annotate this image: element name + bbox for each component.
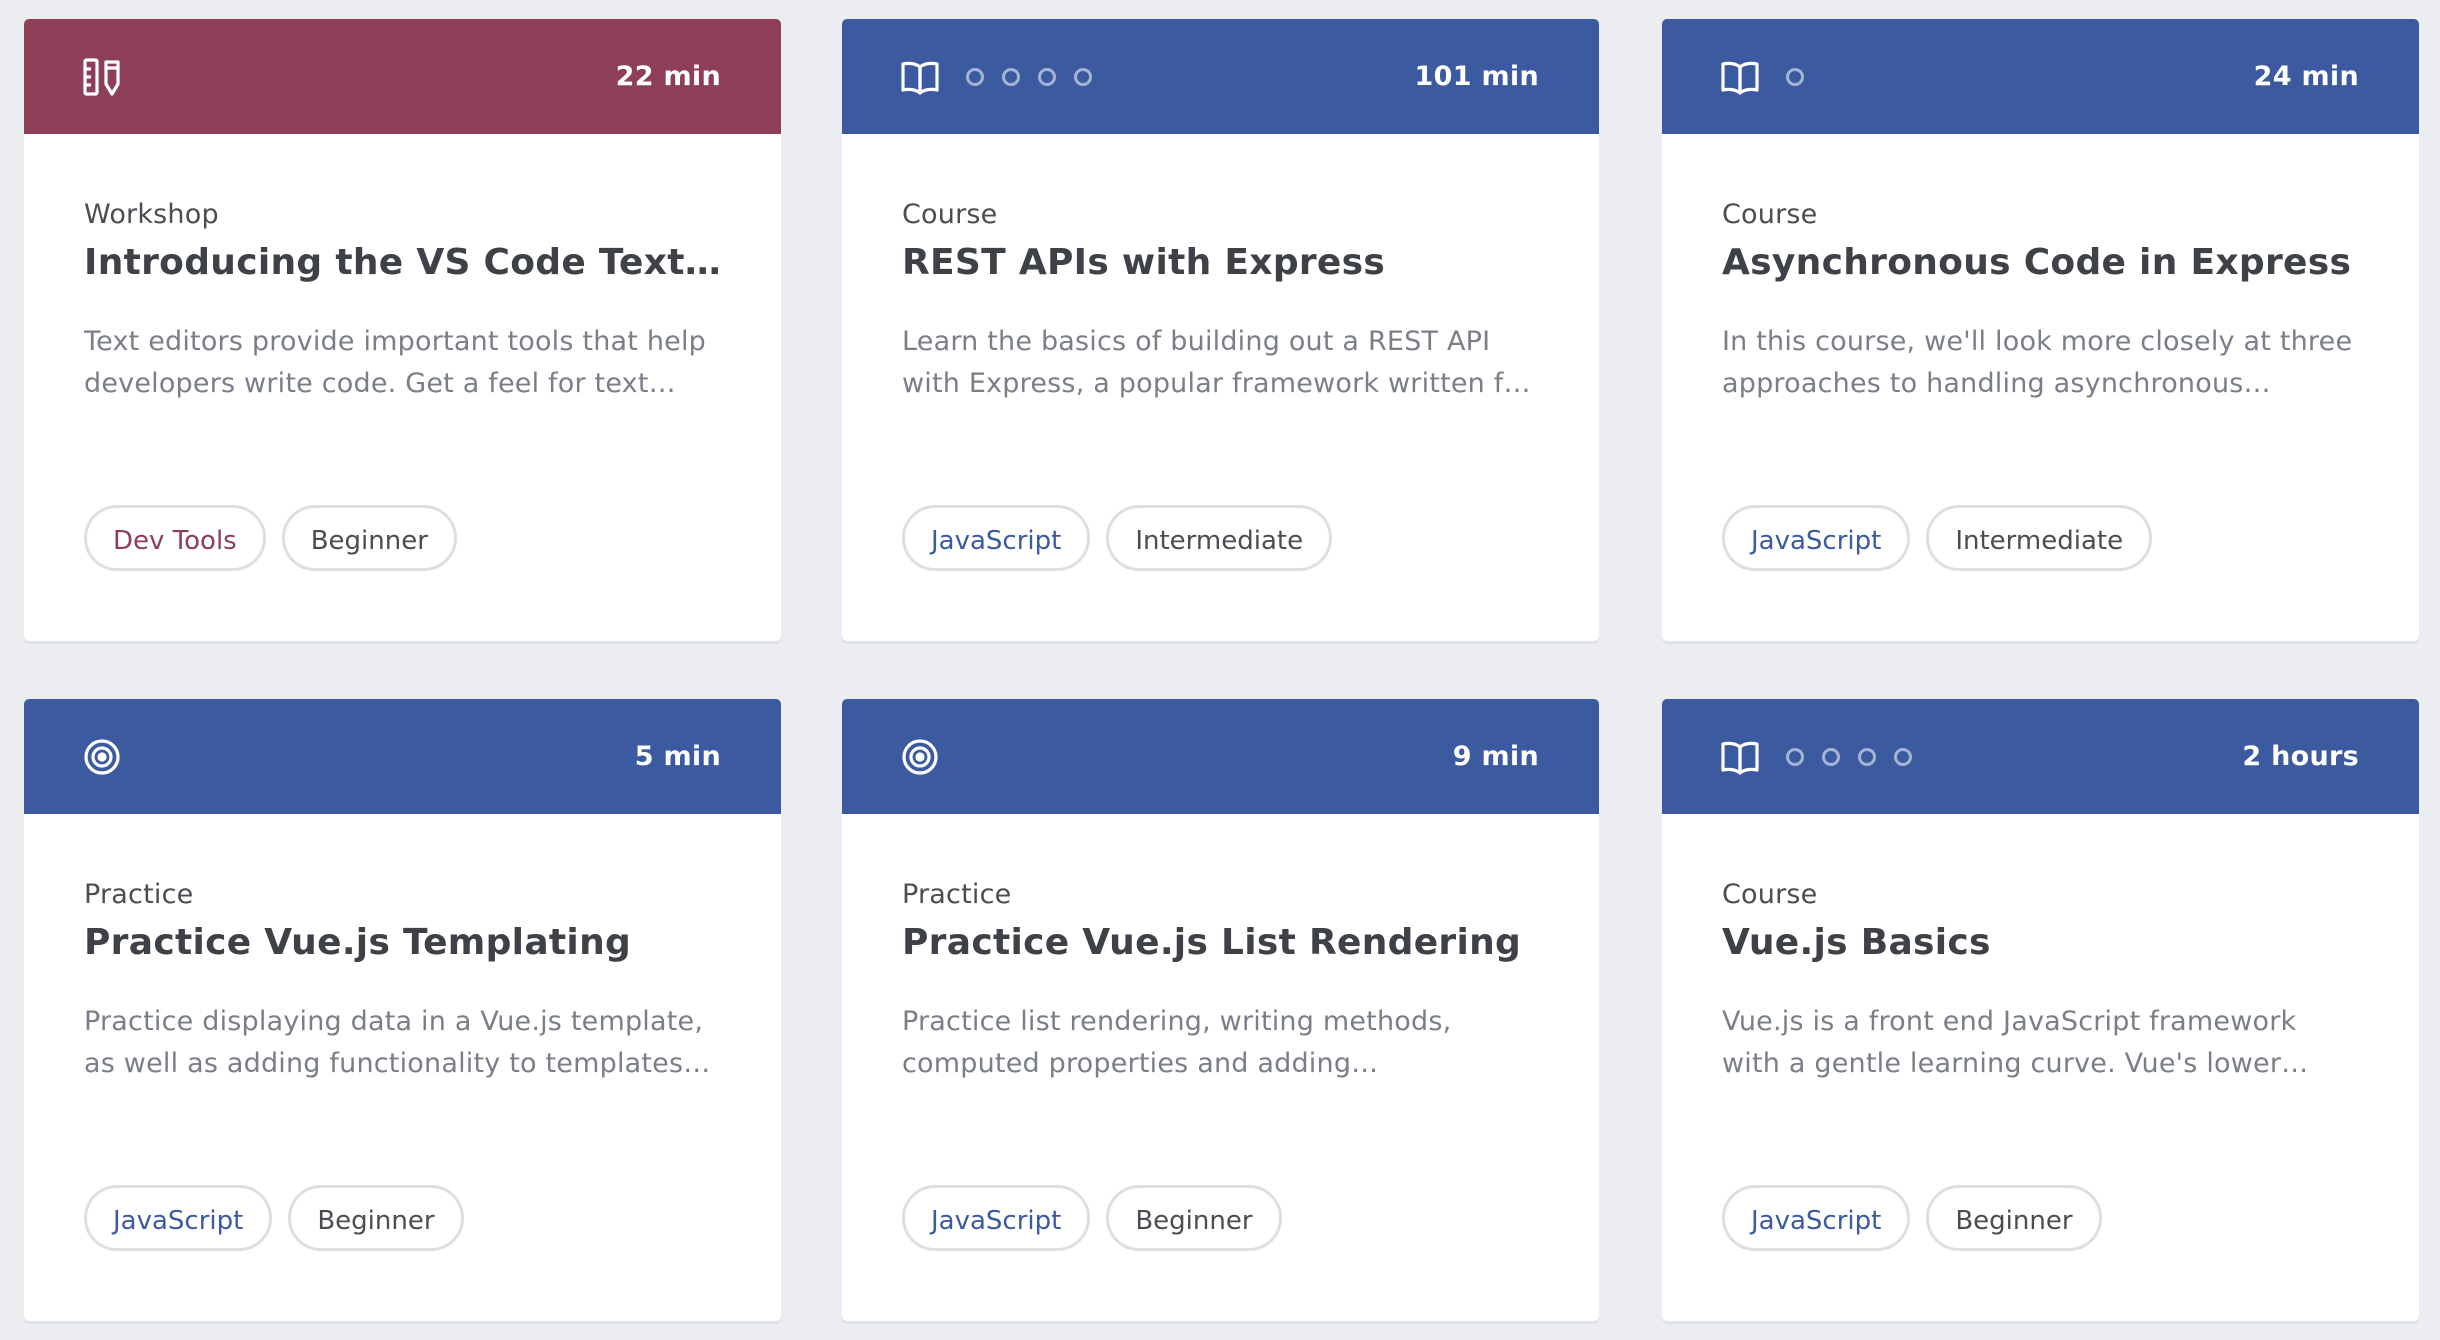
content-card[interactable]: 101 min Course REST APIs with Express Le…: [842, 19, 1599, 641]
card-body: Workshop Introducing the VS Code Text Ed…: [84, 197, 721, 405]
progress-dots: [966, 67, 1092, 86]
card-kind: Course: [1722, 879, 1818, 910]
card-description: In this course, we'll look more closely …: [1722, 326, 2353, 399]
progress-dot: [1786, 67, 1804, 86]
content-card[interactable]: 2 hours Course Vue.js Basics Vue.js is a…: [1662, 699, 2419, 1321]
duration-label: 9 min: [1452, 741, 1539, 772]
topic-tag[interactable]: Dev Tools: [84, 505, 266, 571]
level-tag[interactable]: Intermediate: [1926, 505, 2153, 571]
content-card[interactable]: 9 min Practice Practice Vue.js List Rend…: [842, 699, 1599, 1321]
card-description: Vue.js is a front end JavaScript framewo…: [1722, 1006, 2309, 1079]
tag-list: JavaScript Intermediate: [1722, 505, 2153, 571]
progress-dots: [1786, 747, 1912, 766]
duration-label: 5 min: [634, 741, 721, 772]
card-title[interactable]: Asynchronous Code in Express: [1722, 239, 2359, 287]
duration-label: 22 min: [615, 61, 721, 92]
card-body: Course REST APIs with Express Learn the …: [902, 197, 1539, 405]
card-header: 101 min: [842, 19, 1599, 134]
tag-list: JavaScript Beginner: [902, 1185, 1282, 1251]
card-title[interactable]: Vue.js Basics: [1722, 919, 2359, 967]
card-title[interactable]: Practice Vue.js Templating: [84, 919, 721, 967]
progress-dot: [1038, 67, 1056, 86]
topic-tag[interactable]: JavaScript: [902, 505, 1091, 571]
level-tag[interactable]: Intermediate: [1106, 505, 1333, 571]
progress-dot: [1858, 747, 1876, 766]
tools-icon: [80, 55, 124, 99]
card-title[interactable]: Introducing the VS Code Text Edi...: [84, 239, 721, 287]
card-body: Practice Practice Vue.js Templating Prac…: [84, 877, 721, 1085]
progress-dots: [1786, 67, 1804, 86]
duration-label: 24 min: [2253, 61, 2359, 92]
tag-list: JavaScript Beginner: [1722, 1185, 2102, 1251]
card-body: Course Asynchronous Code in Express In t…: [1722, 197, 2359, 405]
tag-list: JavaScript Beginner: [84, 1185, 464, 1251]
card-kind: Course: [902, 199, 998, 230]
card-header: 24 min: [1662, 19, 2419, 134]
card-description: Learn the basics of building out a REST …: [902, 326, 1531, 399]
book-icon: [898, 55, 942, 99]
card-body: Practice Practice Vue.js List Rendering …: [902, 877, 1539, 1085]
topic-tag[interactable]: JavaScript: [1722, 1185, 1911, 1251]
content-card[interactable]: 22 min Workshop Introducing the VS Code …: [24, 19, 781, 641]
card-kind: Workshop: [84, 199, 219, 230]
progress-dot: [966, 67, 984, 86]
level-tag[interactable]: Beginner: [1926, 1185, 2102, 1251]
topic-tag[interactable]: JavaScript: [1722, 505, 1911, 571]
book-icon: [1718, 735, 1762, 779]
content-card[interactable]: 24 min Course Asynchronous Code in Expre…: [1662, 19, 2419, 641]
progress-dot: [1002, 67, 1020, 86]
card-header: 5 min: [24, 699, 781, 814]
duration-label: 101 min: [1414, 61, 1539, 92]
card-kind: Course: [1722, 199, 1818, 230]
book-icon: [1718, 55, 1762, 99]
target-icon: [80, 735, 124, 779]
target-icon: [898, 735, 942, 779]
card-body: Course Vue.js Basics Vue.js is a front e…: [1722, 877, 2359, 1085]
topic-tag[interactable]: JavaScript: [84, 1185, 273, 1251]
card-header: 2 hours: [1662, 699, 2419, 814]
card-kind: Practice: [902, 879, 1012, 910]
topic-tag[interactable]: JavaScript: [902, 1185, 1091, 1251]
card-kind: Practice: [84, 879, 194, 910]
progress-dot: [1786, 747, 1804, 766]
card-title[interactable]: REST APIs with Express: [902, 239, 1539, 287]
duration-label: 2 hours: [2242, 741, 2359, 772]
progress-dot: [1074, 67, 1092, 86]
card-header: 9 min: [842, 699, 1599, 814]
level-tag[interactable]: Beginner: [288, 1185, 464, 1251]
tag-list: JavaScript Intermediate: [902, 505, 1333, 571]
content-card[interactable]: 5 min Practice Practice Vue.js Templatin…: [24, 699, 781, 1321]
card-description: Text editors provide important tools tha…: [84, 326, 706, 399]
progress-dot: [1894, 747, 1912, 766]
level-tag[interactable]: Beginner: [1106, 1185, 1282, 1251]
level-tag[interactable]: Beginner: [281, 505, 457, 571]
progress-dot: [1822, 747, 1840, 766]
content-card-grid: 22 min Workshop Introducing the VS Code …: [0, 0, 2440, 1340]
card-header: 22 min: [24, 19, 781, 134]
card-title[interactable]: Practice Vue.js List Rendering: [902, 919, 1539, 967]
card-description: Practice displaying data in a Vue.js tem…: [84, 1006, 711, 1079]
card-description: Practice list rendering, writing methods…: [902, 1006, 1452, 1079]
tag-list: Dev Tools Beginner: [84, 505, 457, 571]
